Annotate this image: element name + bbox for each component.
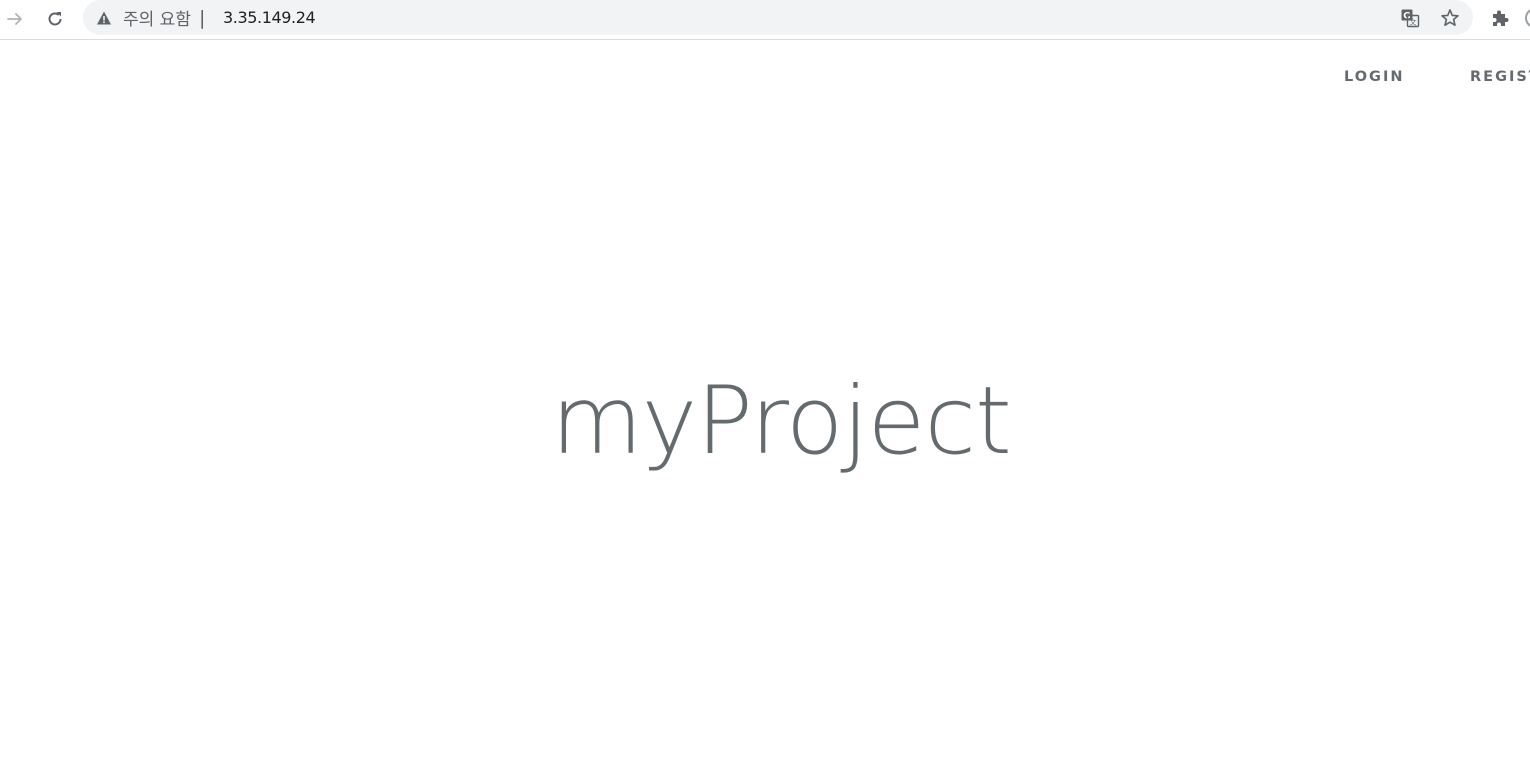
browser-toolbar: 주의 요함 | 3.35.149.24 G 文 bbox=[0, 0, 1530, 40]
translate-icon[interactable]: G 文 bbox=[1399, 7, 1421, 29]
forward-button[interactable] bbox=[1, 5, 29, 33]
page-title: myProject bbox=[551, 367, 1012, 476]
url-separator: | bbox=[198, 6, 206, 29]
url-text[interactable]: 3.35.149.24 bbox=[223, 0, 316, 35]
address-bar[interactable]: 주의 요함 | 3.35.149.24 G 文 bbox=[83, 0, 1473, 35]
reload-button[interactable] bbox=[41, 5, 69, 33]
star-icon[interactable] bbox=[1439, 7, 1461, 29]
svg-text:文: 文 bbox=[1410, 18, 1417, 27]
security-chip[interactable]: 주의 요함 | bbox=[95, 0, 205, 35]
avatar[interactable] bbox=[1525, 8, 1530, 28]
login-link[interactable]: LOGIN bbox=[1344, 69, 1404, 85]
warning-triangle-icon bbox=[95, 9, 113, 27]
arrow-right-icon bbox=[7, 13, 22, 25]
puzzle-icon[interactable] bbox=[1488, 6, 1512, 30]
register-link[interactable]: REGIST bbox=[1470, 69, 1530, 85]
reload-icon bbox=[48, 12, 62, 26]
security-label: 주의 요함 bbox=[123, 10, 191, 30]
page-content: LOGIN REGIST myProject bbox=[0, 41, 1530, 761]
